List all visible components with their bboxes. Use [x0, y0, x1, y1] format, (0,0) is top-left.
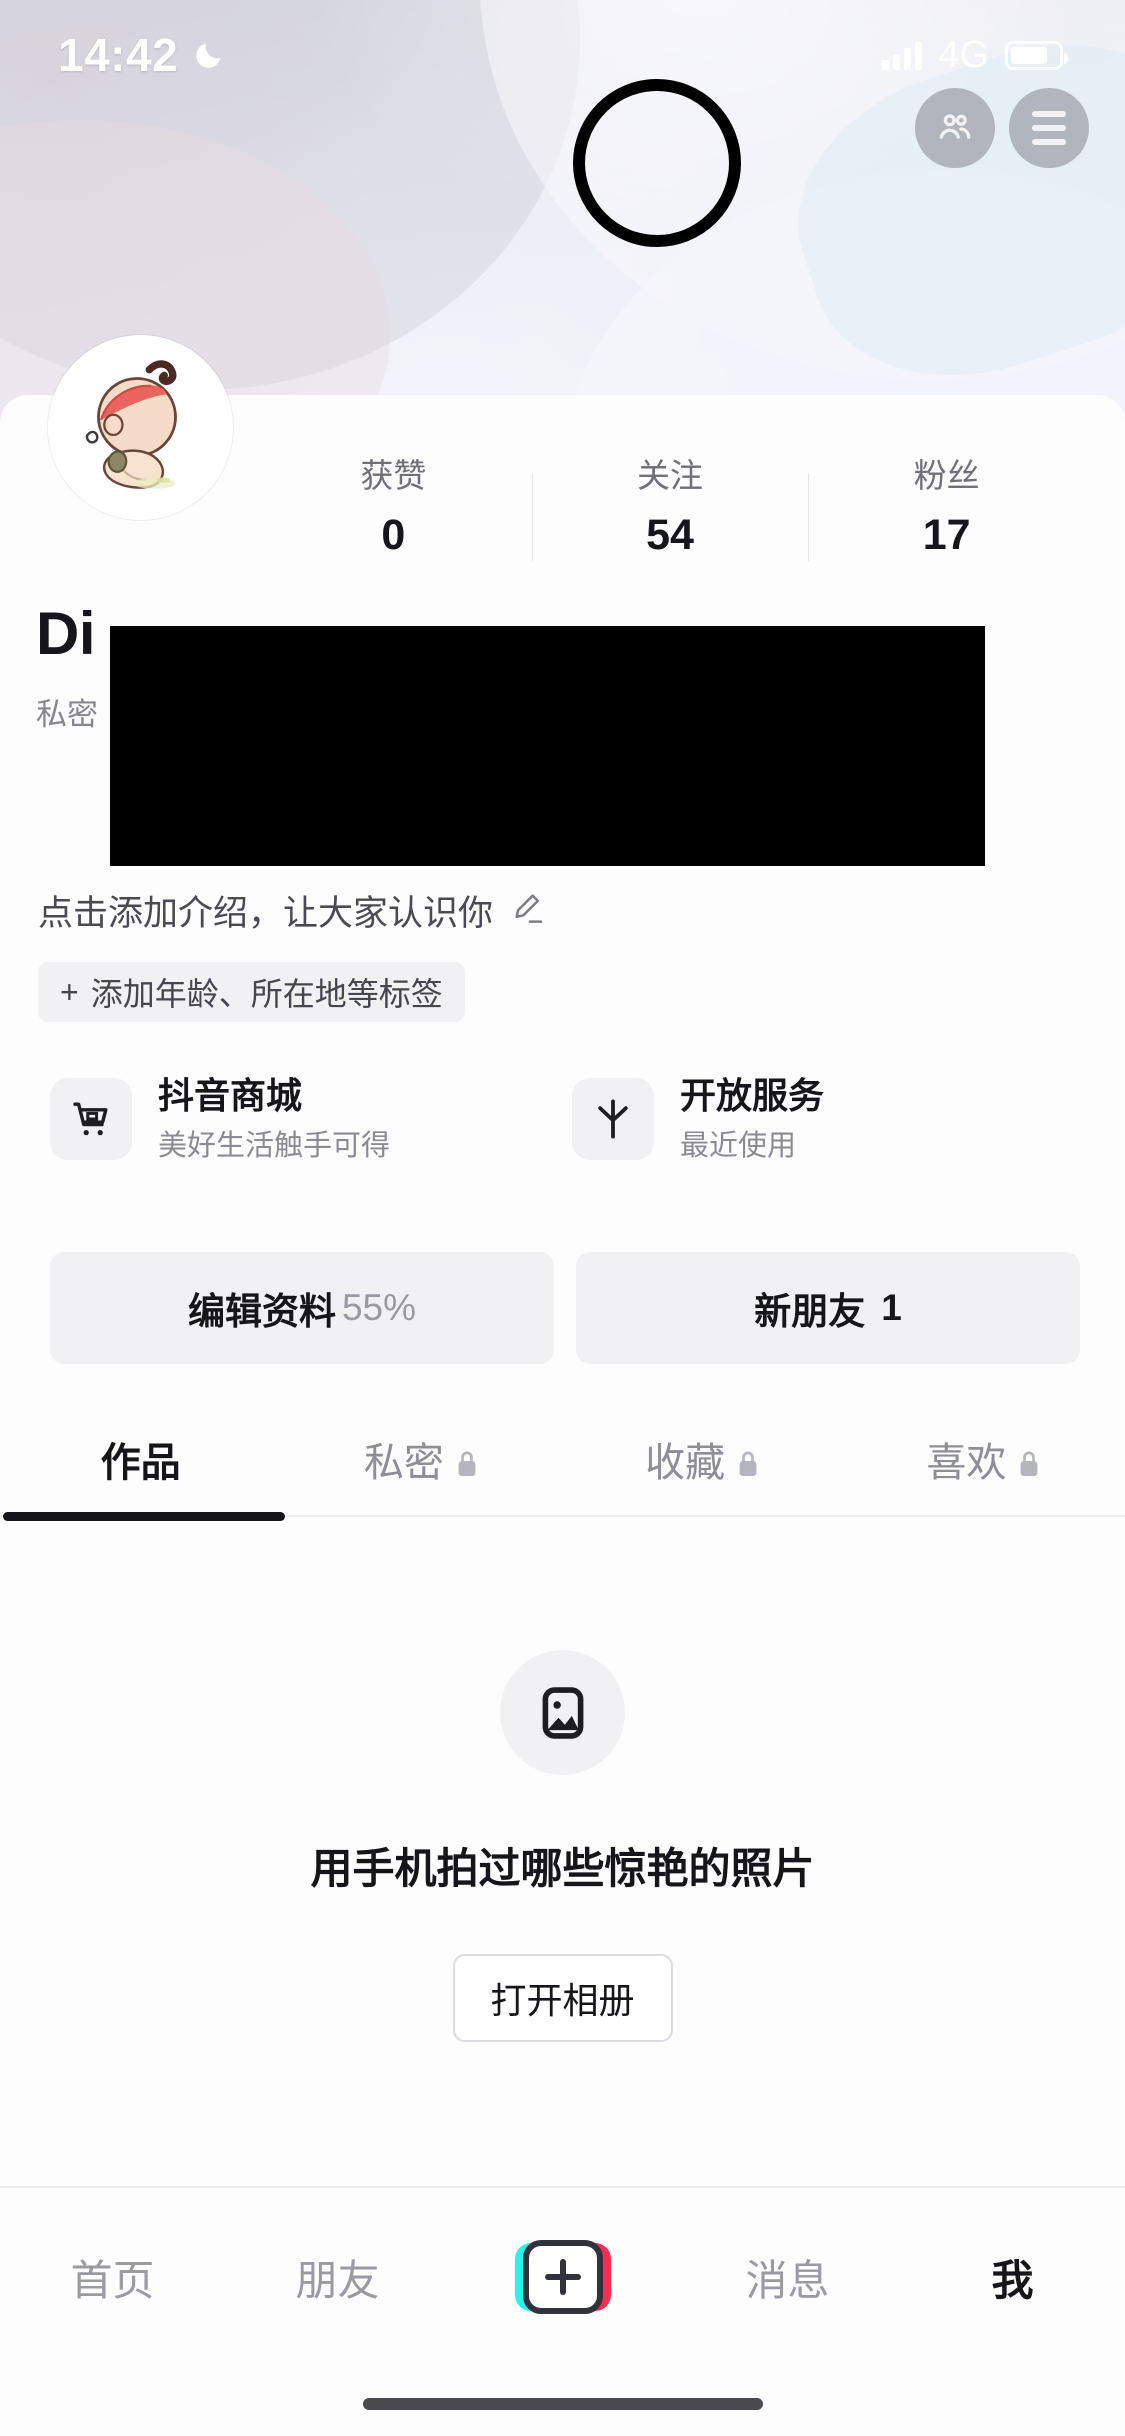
tab-private[interactable]: 私密	[281, 1400, 562, 1518]
status-bar-right: 4G	[882, 33, 1068, 77]
stat-followers[interactable]: 粉丝 17	[808, 456, 1085, 561]
nav-item-create[interactable]	[450, 2240, 675, 2314]
pencil-icon	[507, 888, 547, 933]
status-bar: 14:42 4G	[0, 0, 1125, 110]
image-placeholder-icon	[500, 1650, 625, 1775]
active-tab-indicator	[3, 1512, 285, 1521]
stat-value: 54	[646, 510, 694, 559]
new-friends-button[interactable]: 新朋友 1	[576, 1252, 1080, 1364]
lock-icon	[454, 1444, 480, 1476]
tab-label: 喜欢	[926, 1441, 1007, 1485]
redaction-overlay	[110, 626, 985, 866]
lock-icon	[735, 1444, 761, 1476]
avatar[interactable]	[48, 335, 233, 520]
signal-bars-icon	[882, 40, 923, 70]
add-post-icon[interactable]	[514, 2240, 611, 2314]
tab-label: 收藏	[645, 1441, 726, 1485]
service-title: 开放服务	[680, 1075, 825, 1116]
lock-icon	[1016, 1444, 1042, 1476]
stat-label: 获赞	[360, 456, 427, 494]
home-indicator[interactable]	[362, 2398, 763, 2410]
stat-label: 粉丝	[913, 456, 980, 494]
empty-state-text: 用手机拍过哪些惊艳的照片	[310, 1845, 815, 1892]
bio-add-row[interactable]: 点击添加介绍，让大家认识你	[38, 885, 547, 936]
status-bar-left: 14:42	[58, 28, 226, 82]
nav-item-friends[interactable]: 朋友	[225, 2247, 450, 2308]
bio-placeholder: 点击添加介绍，让大家认识你	[38, 894, 494, 933]
open-album-button[interactable]: 打开相册	[452, 1954, 673, 2042]
shopping-cart-icon	[50, 1078, 132, 1160]
network-type-label: 4G	[938, 33, 989, 76]
profile-stats: 获赞 0 关注 54 粉丝 17	[255, 440, 1085, 575]
nav-label: 消息	[745, 2256, 830, 2304]
add-tags-label: 添加年龄、所在地等标签	[90, 976, 443, 1012]
stat-value: 17	[922, 510, 971, 559]
add-tags-button[interactable]: + 添加年龄、所在地等标签	[38, 962, 465, 1022]
nav-item-home[interactable]: 首页	[0, 2247, 225, 2308]
sparkle-icon	[572, 1078, 654, 1160]
service-subtitle: 最近使用	[680, 1130, 797, 1163]
service-card-text: 开放服务 最近使用	[680, 1074, 824, 1164]
plus-icon: +	[60, 974, 79, 1010]
tab-label: 作品	[100, 1441, 181, 1485]
tab-favorites[interactable]: 收藏	[563, 1400, 844, 1518]
nav-label: 我	[991, 2256, 1034, 2304]
stat-following[interactable]: 关注 54	[531, 456, 809, 561]
nav-item-messages[interactable]: 消息	[675, 2247, 900, 2308]
nav-label: 首页	[70, 2256, 155, 2304]
user-avatar	[53, 340, 228, 515]
profile-action-buttons: 编辑资料 55% 新朋友 1	[50, 1252, 1080, 1364]
tab-likes[interactable]: 喜欢	[844, 1400, 1125, 1518]
bottom-navigation: 首页 朋友 消息 我	[0, 2188, 1125, 2366]
new-friends-label: 新朋友	[754, 1291, 866, 1332]
battery-icon	[1005, 40, 1068, 70]
status-time: 14:42	[58, 29, 179, 81]
tab-works[interactable]: 作品	[0, 1400, 281, 1518]
edit-profile-percent: 55%	[341, 1287, 417, 1328]
service-title: 抖音商城	[158, 1075, 303, 1116]
nav-label: 朋友	[295, 2256, 380, 2304]
edit-profile-label: 编辑资料	[187, 1291, 336, 1332]
stat-value: 0	[381, 510, 406, 559]
hamburger-menu-icon	[1032, 111, 1066, 145]
edit-profile-button[interactable]: 编辑资料 55%	[50, 1252, 554, 1364]
service-cards: 抖音商城 美好生活触手可得 开放服务 最近使用	[50, 1055, 1080, 1183]
stat-likes[interactable]: 获赞 0	[255, 459, 532, 557]
empty-state: 用手机拍过哪些惊艳的照片 打开相册	[0, 1650, 1125, 2042]
service-subtitle: 美好生活触手可得	[158, 1130, 391, 1163]
stat-label: 关注	[637, 456, 703, 494]
nav-item-me[interactable]: 我	[900, 2247, 1125, 2308]
profile-tabs: 作品 私密 收藏 喜欢	[0, 1400, 1125, 1518]
service-card-open-services[interactable]: 开放服务 最近使用	[572, 1055, 1002, 1183]
people-icon	[939, 114, 971, 139]
service-card-text: 抖音商城 美好生活触手可得	[158, 1074, 390, 1164]
service-card-mall[interactable]: 抖音商城 美好生活触手可得	[50, 1055, 480, 1183]
moon-icon	[192, 38, 226, 72]
tab-label: 私密	[363, 1441, 444, 1485]
new-friends-count: 1	[881, 1287, 902, 1328]
